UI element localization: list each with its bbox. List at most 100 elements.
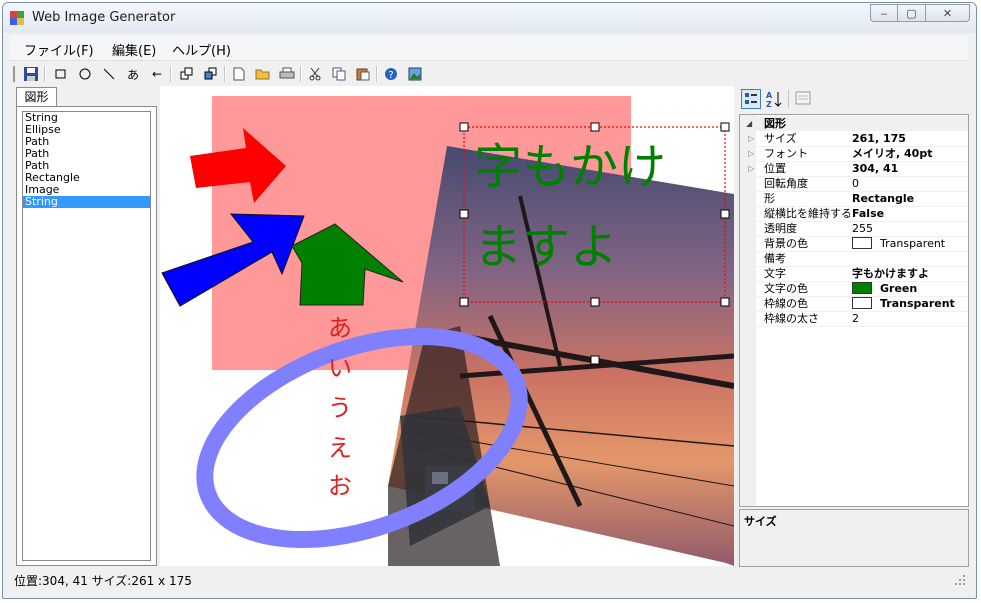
- resize-handle[interactable]: [459, 209, 469, 219]
- property-value[interactable]: メイリオ, 40pt: [852, 146, 932, 161]
- image-icon[interactable]: [406, 65, 424, 83]
- menu-help[interactable]: ヘルプ(H): [172, 40, 231, 59]
- property-row[interactable]: 文字 字もかけますよ: [740, 266, 968, 282]
- alphabetical-icon[interactable]: AZ: [764, 89, 784, 109]
- property-row[interactable]: 枠線の太さ 2: [740, 311, 968, 327]
- property-value-text: 2: [852, 312, 859, 325]
- color-swatch: [852, 282, 872, 294]
- menu-bar: ファイル(F) 編集(E) ヘルプ(H): [10, 36, 968, 61]
- property-row[interactable]: ▷ フォント メイリオ, 40pt: [740, 146, 968, 162]
- drawing-canvas[interactable]: 字もかけ ますよ あ い う え お: [160, 86, 734, 566]
- copy-icon[interactable]: [330, 65, 348, 83]
- categorized-icon[interactable]: [741, 89, 761, 109]
- property-name: 枠線の太さ: [764, 312, 819, 325]
- property-name: サイズ: [764, 132, 797, 145]
- rectangle-tool-icon[interactable]: [52, 65, 70, 83]
- toolbar-grip[interactable]: [13, 66, 15, 82]
- color-swatch: [852, 237, 872, 249]
- property-row[interactable]: 備考: [740, 251, 968, 267]
- svg-text:?: ?: [388, 70, 393, 81]
- status-text: 位置:304, 41 サイズ:261 x 175: [14, 574, 192, 588]
- property-value[interactable]: 255: [852, 221, 873, 236]
- bring-front-icon[interactable]: [178, 65, 196, 83]
- property-name: フォント: [764, 147, 808, 160]
- property-row[interactable]: 回転角度 0: [740, 176, 968, 192]
- rotate-handle[interactable]: [590, 355, 600, 365]
- resize-grip-icon[interactable]: [954, 574, 966, 586]
- maximize-button[interactable]: ▢: [898, 4, 926, 22]
- property-row[interactable]: ▷ サイズ 261, 175: [740, 131, 968, 147]
- title-bar: Web Image Generator ‒ ▢ ✕: [3, 3, 976, 33]
- svg-text:A: A: [766, 91, 773, 100]
- resize-handle[interactable]: [590, 122, 600, 132]
- resize-handle[interactable]: [720, 122, 730, 132]
- resize-handle[interactable]: [590, 297, 600, 307]
- canvas-drawing: 字もかけ ますよ あ い う え お: [161, 96, 734, 566]
- vertical-text-char[interactable]: う: [328, 394, 352, 422]
- send-back-icon[interactable]: [202, 65, 220, 83]
- close-button[interactable]: ✕: [926, 4, 970, 22]
- vertical-text-char[interactable]: い: [328, 354, 352, 382]
- property-row[interactable]: 背景の色 Transparent: [740, 236, 968, 252]
- property-row[interactable]: ▷ 位置 304, 41: [740, 161, 968, 177]
- property-value[interactable]: Rectangle: [852, 191, 914, 206]
- property-pages-icon[interactable]: [794, 89, 814, 109]
- text-tool-icon[interactable]: あ: [124, 65, 142, 83]
- vertical-text-char[interactable]: え: [328, 434, 352, 462]
- status-bar: 位置:304, 41 サイズ:261 x 175: [10, 568, 968, 590]
- property-value-text: 261, 175: [852, 132, 906, 145]
- tab-shapes[interactable]: 図形: [16, 87, 57, 107]
- vertical-text-char[interactable]: お: [328, 472, 352, 500]
- expand-icon[interactable]: ▷: [748, 161, 754, 176]
- resize-handle[interactable]: [720, 297, 730, 307]
- collapse-icon[interactable]: ◢: [746, 116, 752, 131]
- resize-handle[interactable]: [720, 209, 730, 219]
- resize-handle[interactable]: [459, 122, 469, 132]
- print-icon[interactable]: [278, 65, 296, 83]
- shapes-panel: String Ellipse Path Path Path Rectangle …: [16, 106, 157, 566]
- app-icon: [10, 11, 24, 25]
- arrow-tool-icon[interactable]: ←: [148, 65, 166, 83]
- menu-file[interactable]: ファイル(F): [24, 40, 94, 59]
- vertical-text-char[interactable]: あ: [328, 314, 352, 342]
- minimize-button[interactable]: ‒: [870, 4, 898, 22]
- property-row[interactable]: 文字の色 Green: [740, 281, 968, 297]
- property-value[interactable]: Transparent: [852, 296, 955, 311]
- minimize-icon: ‒: [880, 6, 888, 20]
- property-value[interactable]: False: [852, 206, 884, 221]
- property-row[interactable]: 枠線の色 Transparent: [740, 296, 968, 312]
- property-value[interactable]: Transparent: [852, 236, 945, 251]
- cut-icon[interactable]: [306, 65, 324, 83]
- main-text-line1[interactable]: 字もかけ: [474, 139, 666, 195]
- property-row[interactable]: 透明度 255: [740, 221, 968, 237]
- property-value[interactable]: 2: [852, 311, 859, 326]
- property-value[interactable]: 304, 41: [852, 161, 898, 176]
- help-icon[interactable]: ?: [382, 65, 400, 83]
- property-category[interactable]: ◢ 図形: [740, 116, 968, 131]
- ellipse-tool-icon[interactable]: [76, 65, 94, 83]
- property-name: 備考: [764, 252, 786, 265]
- resize-handle[interactable]: [459, 297, 469, 307]
- property-row[interactable]: 縦横比を維持する False: [740, 206, 968, 222]
- property-value-text: メイリオ, 40pt: [852, 147, 933, 160]
- paste-icon[interactable]: [354, 65, 372, 83]
- menu-edit[interactable]: 編集(E): [112, 40, 156, 59]
- property-value[interactable]: 字もかけますよ: [852, 266, 929, 281]
- list-item-selected[interactable]: String: [23, 196, 150, 208]
- property-grid[interactable]: ◢ 図形 ▷ サイズ 261, 175 ▷ フォント メイリオ, 40pt ▷ 位置 304, …: [739, 114, 969, 507]
- expand-icon[interactable]: ▷: [748, 131, 754, 146]
- close-icon: ✕: [942, 6, 953, 20]
- save-icon[interactable]: [22, 65, 40, 83]
- property-value-text: Transparent: [880, 237, 946, 250]
- property-value-text: Green: [880, 282, 918, 295]
- line-tool-icon[interactable]: [100, 65, 118, 83]
- new-file-icon[interactable]: [230, 65, 248, 83]
- main-text-line2[interactable]: ますよ: [474, 219, 618, 275]
- expand-icon[interactable]: ▷: [748, 146, 754, 161]
- property-value[interactable]: 0: [852, 176, 859, 191]
- property-value[interactable]: Green: [852, 281, 917, 296]
- property-row[interactable]: 形 Rectangle: [740, 191, 968, 207]
- shapes-list[interactable]: String Ellipse Path Path Path Rectangle …: [22, 111, 151, 561]
- open-folder-icon[interactable]: [254, 65, 272, 83]
- property-value[interactable]: 261, 175: [852, 131, 906, 146]
